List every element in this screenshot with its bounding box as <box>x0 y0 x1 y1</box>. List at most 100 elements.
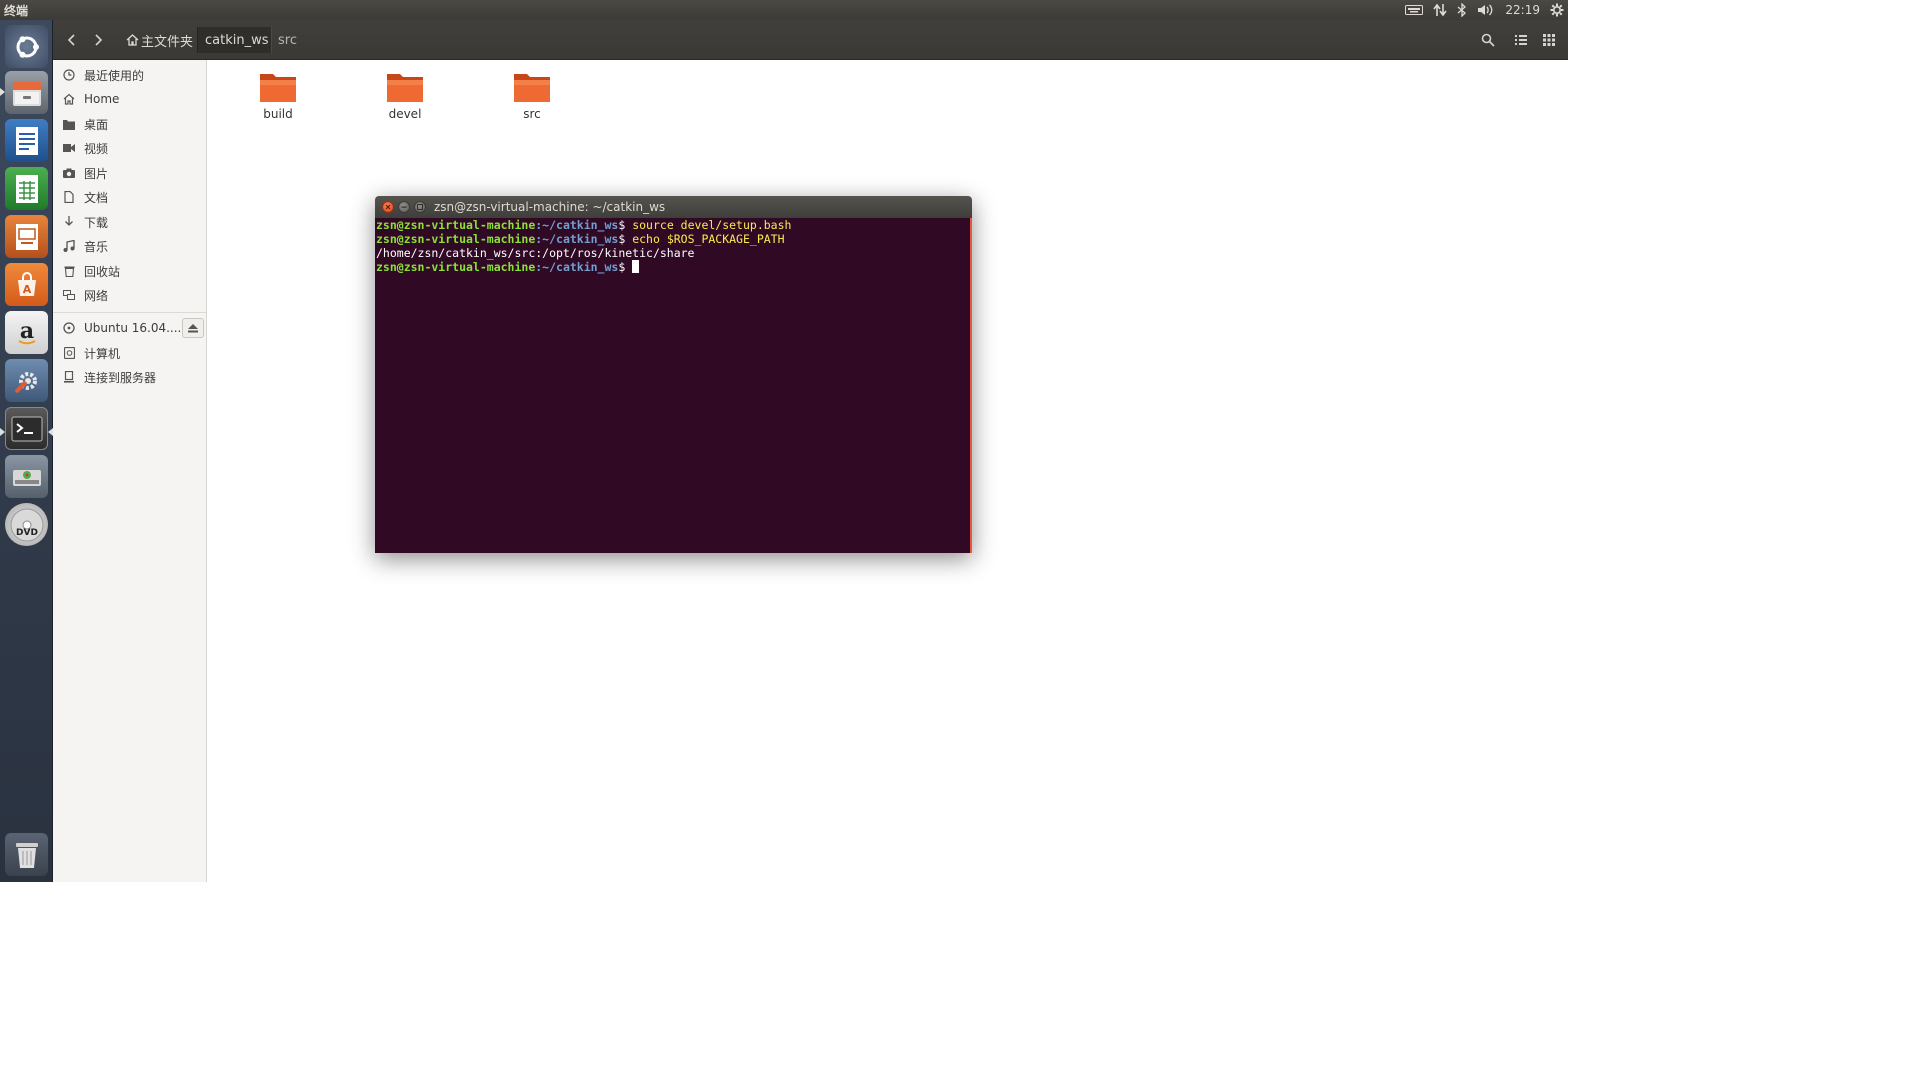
folder-item-src[interactable]: src <box>492 70 572 130</box>
file-manager-toolbar: 主文件夹 catkin_ws src <box>53 20 1568 60</box>
ubuntu-dash-icon[interactable] <box>5 25 48 68</box>
volume-icon[interactable] <box>1477 0 1495 20</box>
terminal-line: zsn@zsn-virtual-machine:~/catkin_ws$ <box>376 260 970 274</box>
sidebar-item-label: 视频 <box>84 141 109 156</box>
search-button[interactable] <box>1476 28 1500 52</box>
sidebar-item-connect-server[interactable]: 连接到服务器 <box>53 365 206 389</box>
sidebar-item-label: 连接到服务器 <box>84 370 157 385</box>
libreoffice-impress-icon[interactable] <box>5 215 48 258</box>
folder-icon <box>514 74 550 102</box>
terminal-titlebar[interactable]: zsn@zsn-virtual-machine: ~/catkin_ws <box>375 196 972 218</box>
terminal-output[interactable]: zsn@zsn-virtual-machine:~/catkin_ws$ sou… <box>375 218 972 553</box>
breadcrumb-label: 主文件夹 <box>141 34 194 50</box>
sidebar-item-home[interactable]: Home <box>53 87 206 111</box>
breadcrumb-home[interactable]: 主文件夹 <box>119 27 200 53</box>
search-icon <box>1481 33 1495 47</box>
trash-icon[interactable] <box>5 833 48 876</box>
video-icon <box>62 141 76 155</box>
sidebar-item-recent[interactable]: 最近使用的 <box>53 63 206 87</box>
sidebar-item-documents[interactable]: 文档 <box>53 185 206 209</box>
sidebar-item-network[interactable]: 网络 <box>53 283 206 307</box>
amazon-icon[interactable]: a <box>5 311 48 354</box>
folder-label: build <box>263 107 293 121</box>
document-icon <box>62 190 76 204</box>
prompt-path: :~/catkin_ws <box>535 218 619 232</box>
sidebar-item-label: 计算机 <box>84 346 121 361</box>
list-view-icon <box>1515 35 1527 45</box>
prompt-path: :~/catkin_ws <box>535 260 619 274</box>
breadcrumb-catkin-ws[interactable]: catkin_ws <box>197 27 272 53</box>
camera-icon <box>62 166 76 180</box>
prompt-user: zsn@zsn-virtual-machine <box>376 218 536 232</box>
prompt-user: zsn@zsn-virtual-machine <box>376 232 536 246</box>
folder-item-devel[interactable]: devel <box>365 70 445 130</box>
chevron-left-icon <box>67 34 75 46</box>
sidebar-item-label: 音乐 <box>84 239 109 254</box>
sidebar-item-videos[interactable]: 视频 <box>53 136 206 160</box>
prompt-path: :~/catkin_ws <box>535 232 619 246</box>
terminal-icon[interactable] <box>5 407 48 450</box>
chevron-right-icon <box>95 34 103 46</box>
minimize-button[interactable] <box>398 201 410 213</box>
desktop-folder-icon <box>62 117 76 131</box>
back-button[interactable] <box>60 28 84 52</box>
eject-button[interactable] <box>182 318 204 338</box>
system-settings-icon[interactable] <box>5 359 48 402</box>
sidebar-item-downloads[interactable]: 下载 <box>53 210 206 234</box>
libreoffice-calc-icon[interactable] <box>5 167 48 210</box>
sidebar-item-trash[interactable]: 回收站 <box>53 259 206 283</box>
disk-icon[interactable] <box>5 455 48 498</box>
prompt-symbol: $ <box>618 218 633 232</box>
list-view-button[interactable] <box>1509 28 1533 52</box>
bluetooth-icon[interactable] <box>1457 0 1467 20</box>
grid-view-button[interactable] <box>1537 28 1561 52</box>
close-button[interactable] <box>382 201 394 213</box>
files-icon[interactable] <box>5 71 48 114</box>
breadcrumb-label: catkin_ws <box>205 32 269 48</box>
disc-icon <box>62 321 76 335</box>
home-icon <box>62 92 76 106</box>
minimize-icon <box>401 206 407 208</box>
sidebar-item-pictures[interactable]: 图片 <box>53 161 206 185</box>
network-icon[interactable] <box>1433 0 1448 20</box>
sidebar-item-desktop[interactable]: 桌面 <box>53 112 206 136</box>
keyboard-icon[interactable] <box>1405 0 1424 20</box>
breadcrumb-label: src <box>278 32 297 48</box>
terminal-window: zsn@zsn-virtual-machine: ~/catkin_ws zsn… <box>375 196 972 553</box>
svg-text:a: a <box>19 318 33 344</box>
terminal-line: /home/zsn/catkin_ws/src:/opt/ros/kinetic… <box>376 246 970 260</box>
folder-item-build[interactable]: build <box>238 70 318 130</box>
home-icon <box>126 34 139 46</box>
folder-icon <box>260 74 296 102</box>
clock[interactable]: 22:19 <box>1505 0 1540 20</box>
indicator-area: 22:19 <box>1405 0 1564 20</box>
sidebar-item-music[interactable]: 音乐 <box>53 234 206 258</box>
svg-text:A: A <box>22 283 31 296</box>
software-center-icon[interactable]: A <box>5 263 48 306</box>
terminal-line: zsn@zsn-virtual-machine:~/catkin_ws$ sou… <box>376 218 970 232</box>
prompt-symbol: $ <box>618 232 633 246</box>
sidebar-separator <box>53 312 206 313</box>
sidebar-item-label: 桌面 <box>84 117 109 132</box>
libreoffice-writer-icon[interactable] <box>5 119 48 162</box>
maximize-button[interactable] <box>414 201 426 213</box>
breadcrumb-src[interactable]: src <box>271 27 304 53</box>
recent-icon <box>62 68 76 82</box>
grid-view-icon <box>1543 34 1555 46</box>
places-sidebar: 最近使用的 Home 桌面 视频 图片 文档 下载 音乐 回收站 网络 Ubun… <box>53 60 207 882</box>
terminal-cursor <box>632 260 640 273</box>
maximize-icon <box>417 204 423 210</box>
server-icon <box>62 370 76 384</box>
computer-icon <box>62 346 76 360</box>
forward-button[interactable] <box>86 28 110 52</box>
sidebar-item-label: 图片 <box>84 166 109 181</box>
settings-gear-icon[interactable] <box>1550 0 1564 20</box>
terminal-output-text: /home/zsn/catkin_ws/src:/opt/ros/kinetic… <box>376 246 695 260</box>
sidebar-device-ubuntu-dvd[interactable]: Ubuntu 16.04.... <box>53 316 206 340</box>
sidebar-item-label: Ubuntu 16.04.... <box>84 321 182 335</box>
dvd-icon[interactable]: DVD <box>5 503 48 546</box>
terminal-title: zsn@zsn-virtual-machine: ~/catkin_ws <box>434 200 666 214</box>
sidebar-item-computer[interactable]: 计算机 <box>53 341 206 365</box>
sidebar-item-label: 回收站 <box>84 264 121 279</box>
network-icon <box>62 288 76 302</box>
